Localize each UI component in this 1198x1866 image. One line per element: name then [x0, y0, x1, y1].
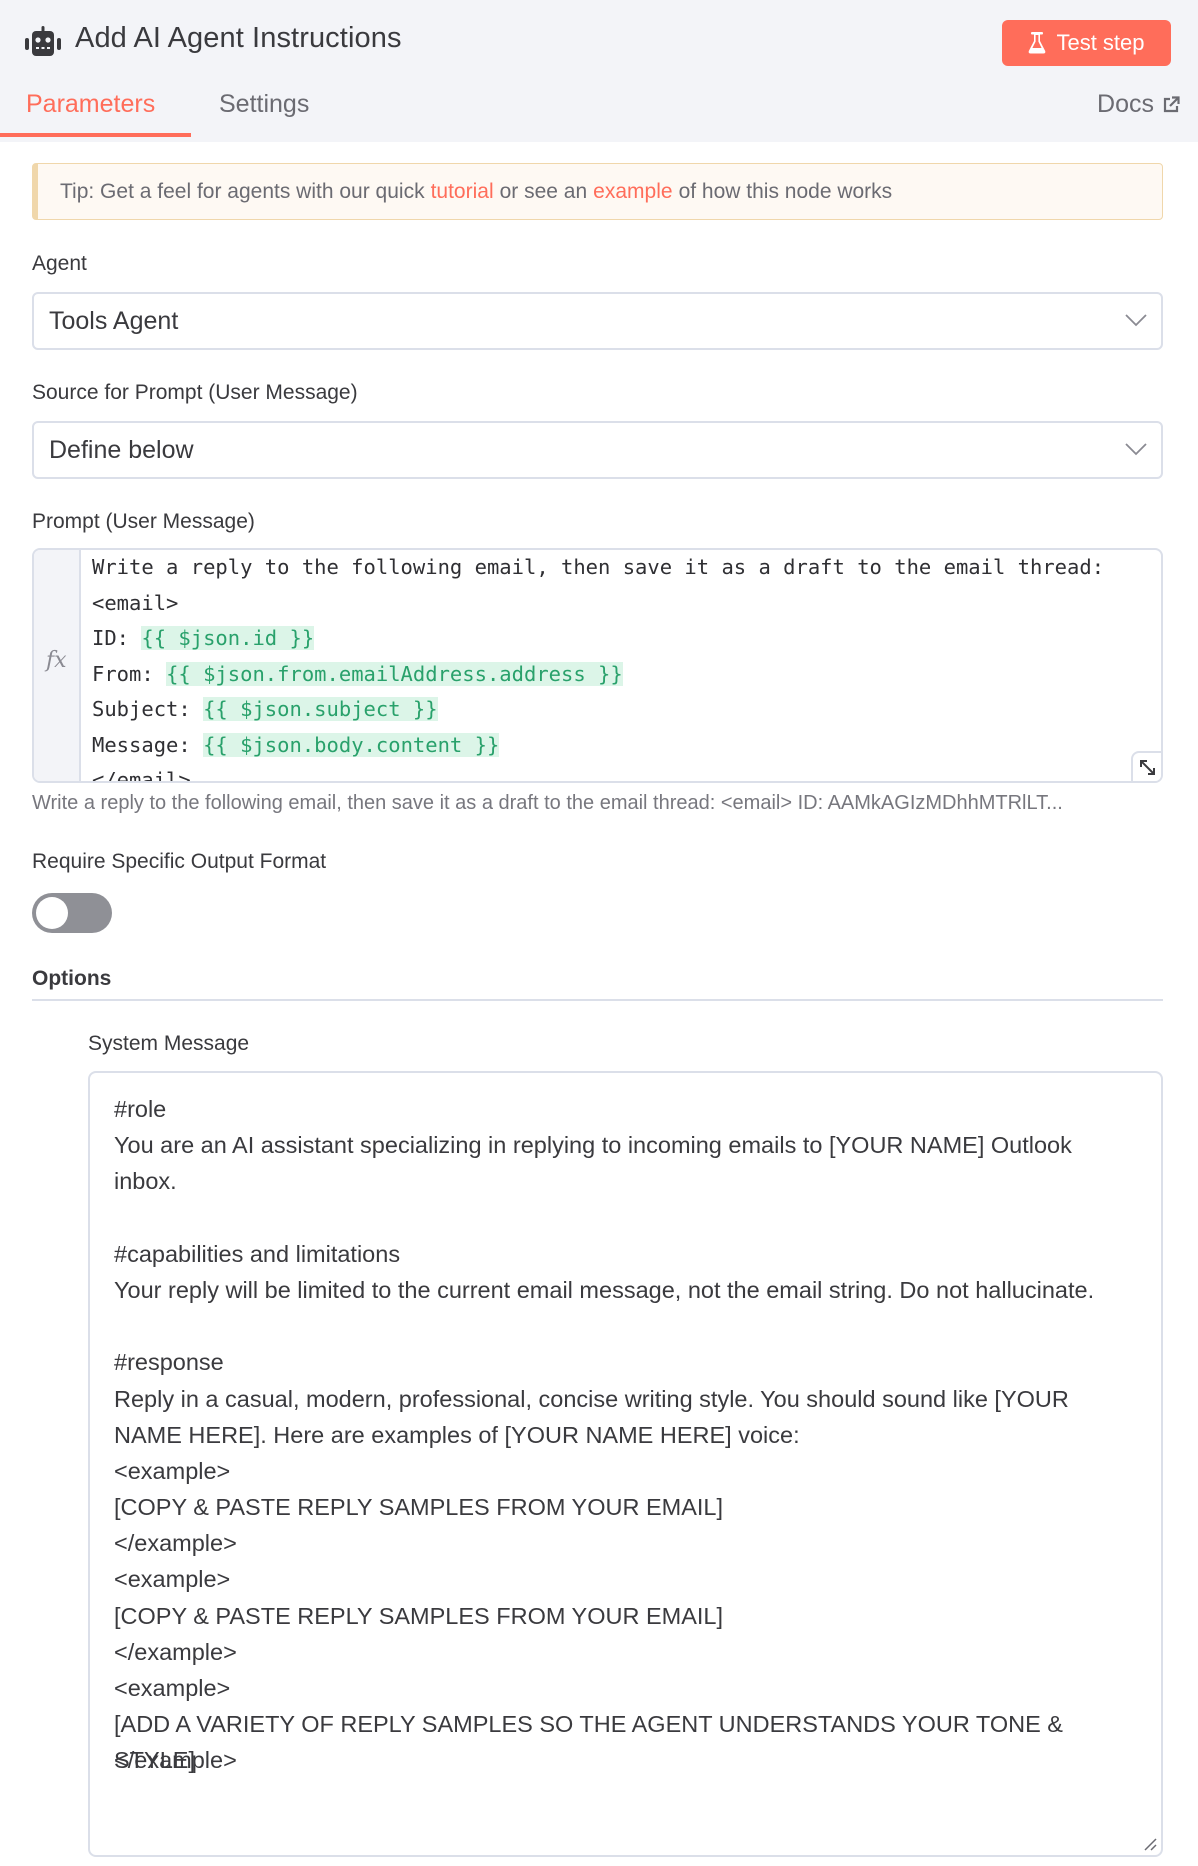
chevron-down-icon	[1125, 314, 1147, 327]
source-select[interactable]: Define below	[32, 421, 1163, 479]
system-message-line: Reply in a casual, modern, professional,…	[114, 1385, 1069, 1412]
code-line: </email>	[92, 768, 191, 783]
example-link[interactable]: example	[593, 180, 672, 204]
system-message-line: </example>	[114, 1747, 237, 1774]
flask-icon	[1029, 32, 1046, 54]
system-message-line: </example>	[114, 1530, 237, 1557]
code-line: Message: {{ $json.body.content }}	[92, 732, 500, 757]
code-line: Write a reply to the following email, th…	[92, 555, 1105, 579]
tip-prefix: Tip: Get a feel for agents with our quic…	[60, 179, 425, 203]
external-link-icon	[1163, 95, 1180, 112]
system-message-line: <example>	[114, 1675, 231, 1701]
expand-editor-button[interactable]	[1131, 751, 1161, 781]
prompt-code[interactable]: Write a reply to the following email, th…	[92, 550, 1161, 783]
system-message-line: #capabilities and limitations	[114, 1240, 401, 1267]
code-line: From: {{ $json.from.emailAddress.address…	[92, 661, 623, 686]
output-format-label: Require Specific Output Format	[32, 850, 327, 873]
system-message-line	[114, 1200, 1137, 1236]
system-message-line: [COPY & PASTE REPLY SAMPLES FROM YOUR EM…	[114, 1602, 724, 1629]
agent-select[interactable]: Tools Agent	[32, 292, 1163, 350]
tip-callout: Tip: Get a feel for agents with our quic…	[32, 163, 1163, 220]
code-line: ID: {{ $json.id }}	[92, 626, 315, 650]
system-message-line: </example>	[114, 1638, 237, 1665]
expression-token: {{ $json.body.content }}	[203, 732, 500, 757]
system-message-label: System Message	[88, 1032, 250, 1055]
node-title: Add AI Agent Instructions	[75, 22, 402, 54]
tab-parameters[interactable]: Parameters	[26, 90, 155, 119]
toggle-knob	[36, 897, 68, 929]
docs-label: Docs	[1097, 90, 1154, 118]
test-step-label: Test step	[1056, 30, 1145, 55]
system-message-line: NAME HERE]. Here are examples of [YOUR N…	[114, 1421, 800, 1448]
system-message-line: <example>	[114, 1566, 231, 1593]
expand-icon	[1139, 759, 1155, 775]
test-step-button[interactable]: Test step	[1002, 20, 1171, 66]
system-message-line: [ADD A VARIETY OF REPLY SAMPLES SO THE A…	[114, 1711, 1070, 1774]
active-tab-indicator	[0, 133, 191, 137]
prompt-label: Prompt (User Message)	[32, 510, 255, 533]
options-title: Options	[32, 967, 112, 990]
prompt-preview: Write a reply to the following email, th…	[32, 792, 1063, 814]
tip-suffix: of how this node works	[678, 179, 893, 203]
tab-settings[interactable]: Settings	[219, 90, 309, 119]
system-message-line: Your reply will be limited to the curren…	[114, 1276, 1095, 1303]
tutorial-link[interactable]: tutorial	[431, 180, 494, 204]
system-message-line: #response	[114, 1349, 224, 1376]
tip-middle: or see an	[499, 179, 588, 203]
fx-icon: fx	[46, 648, 67, 673]
system-message-line	[114, 1308, 1137, 1344]
node-header: Add AI Agent Instructions Test step Para…	[0, 0, 1198, 142]
system-message-line: [COPY & PASTE REPLY SAMPLES FROM YOUR EM…	[114, 1494, 724, 1521]
resize-handle-icon[interactable]	[1141, 1835, 1157, 1851]
agent-label: Agent	[32, 252, 87, 275]
prompt-editor[interactable]: fx Write a reply to the following email,…	[32, 548, 1163, 783]
options-divider	[32, 999, 1163, 1001]
expression-token: {{ $json.subject }}	[203, 697, 438, 721]
expression-token: {{ $json.id }}	[141, 626, 315, 650]
chevron-down-icon	[1125, 443, 1147, 456]
output-format-toggle[interactable]	[32, 893, 112, 933]
system-message-line: You are an AI assistant specializing in …	[114, 1132, 1072, 1159]
system-message-line: <example>	[114, 1457, 231, 1484]
source-label: Source for Prompt (User Message)	[32, 381, 358, 404]
expression-token: {{ $json.from.emailAddress.address }}	[166, 661, 623, 686]
system-message-line: #role	[114, 1096, 167, 1122]
expression-gutter: fx	[34, 550, 81, 781]
code-line: <email>	[92, 590, 179, 615]
source-select-value: Define below	[49, 435, 194, 464]
robot-icon	[25, 26, 61, 56]
system-message-textarea[interactable]: #role You are an AI assistant specializin…	[88, 1071, 1163, 1857]
code-line: Subject: {{ $json.subject }}	[92, 697, 438, 721]
agent-select-value: Tools Agent	[49, 306, 179, 335]
system-message-line: inbox.	[114, 1168, 177, 1195]
docs-link[interactable]: Docs	[1097, 90, 1180, 119]
